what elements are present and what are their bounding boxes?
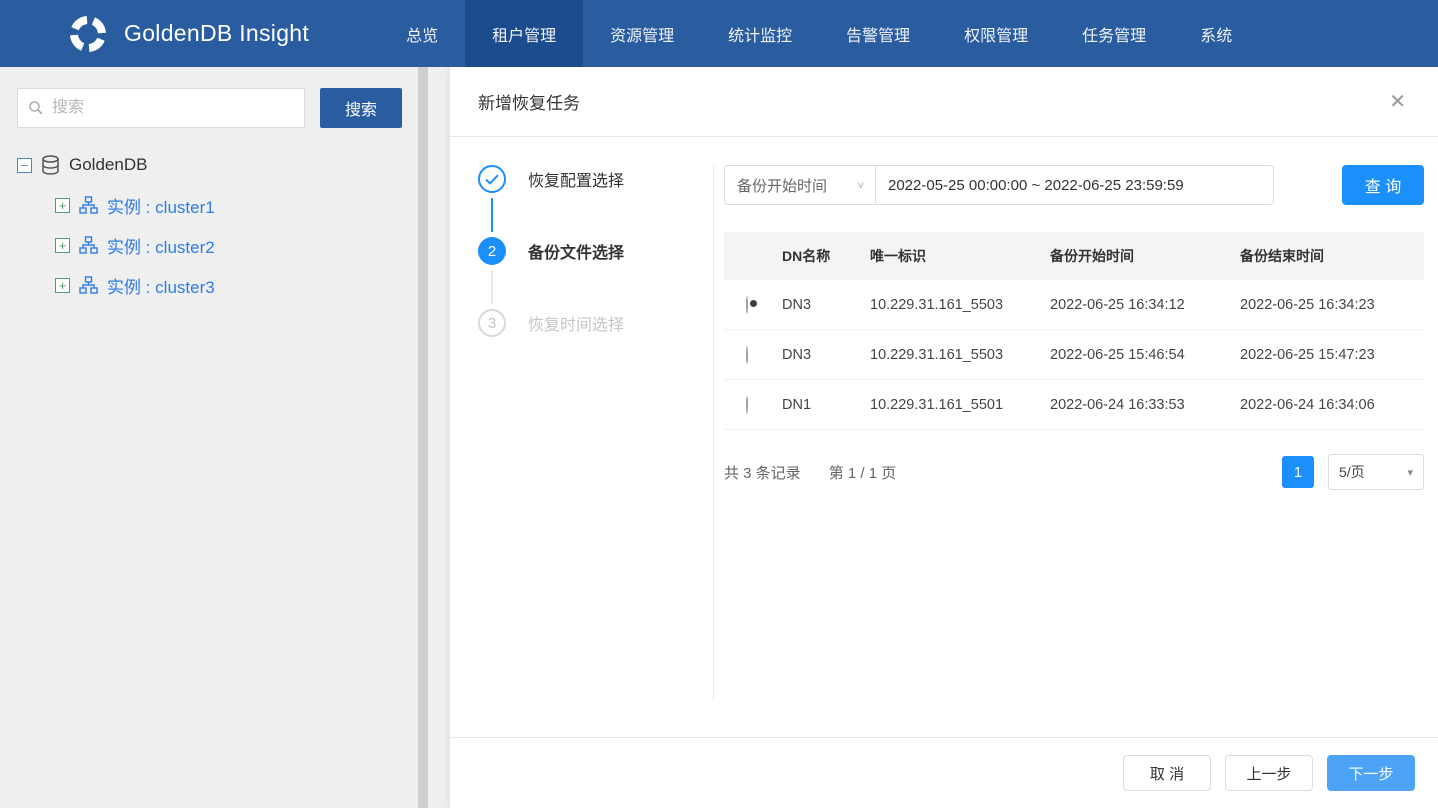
cell-backup-end: 2022-06-25 16:34:23	[1240, 296, 1375, 313]
nav-item-permission-mgmt[interactable]: 权限管理	[937, 0, 1055, 67]
backup-file-table: DN名称 唯一标识 备份开始时间 备份结束时间 DN3 10.229.31.16…	[724, 232, 1424, 430]
cluster-icon	[79, 235, 98, 255]
cell-backup-end: 2022-06-24 16:34:06	[1240, 396, 1375, 413]
nav-item-alarm-mgmt[interactable]: 告警管理	[819, 0, 937, 67]
cancel-button[interactable]: 取 消	[1123, 755, 1211, 791]
step1-check-icon	[478, 165, 506, 193]
search-icon	[28, 100, 44, 121]
step-connector	[491, 198, 493, 232]
modal-header: 新增恢复任务 ✕	[450, 67, 1438, 137]
query-button[interactable]: 查 询	[1342, 165, 1424, 205]
step-label: 备份文件选择	[528, 245, 625, 262]
dropdown-arrow-icon: ▾	[1407, 466, 1413, 479]
tree-item-label: 实例 : cluster3	[107, 277, 215, 297]
table-header-row: DN名称 唯一标识 备份开始时间 备份结束时间	[724, 232, 1424, 280]
step2-number: 2	[478, 237, 506, 265]
sidebar-search-row: 搜索	[17, 88, 450, 128]
search-input[interactable]	[18, 89, 304, 127]
date-range-input[interactable]: 2022-05-25 00:00:00 ~ 2022-06-25 23:59:5…	[876, 165, 1274, 205]
cluster-icon	[79, 275, 98, 295]
step-backup-file: 2 备份文件选择	[478, 237, 713, 265]
modal-title: 新增恢复任务	[478, 94, 580, 113]
brand-title: GoldenDB Insight	[124, 20, 310, 46]
search-box[interactable]	[17, 88, 305, 128]
step-restore-time: 3 恢复时间选择	[478, 309, 713, 337]
cell-backup-start: 2022-06-25 16:34:12	[1050, 296, 1185, 313]
total-records-text: 共 3 条记录	[724, 464, 801, 482]
nav-item-system[interactable]: 系统	[1173, 0, 1259, 67]
instance-tree: − GoldenDB + 实例 : cluster1 + 实例: cluste…	[17, 145, 450, 305]
filter-row: 备份开始时间 ∨ 2022-05-25 00:00:00 ~ 2022-06-2…	[724, 165, 1424, 205]
col-header-backup-start: 备份开始时间	[1050, 248, 1134, 264]
page-number-button[interactable]: 1	[1282, 456, 1314, 488]
cell-unique-id: 10.229.31.161_5503	[870, 346, 1004, 363]
next-step-button[interactable]: 下一步	[1327, 755, 1415, 791]
scrollbar-thumb[interactable]	[418, 67, 428, 808]
nav-item-resource-mgmt[interactable]: 资源管理	[583, 0, 701, 67]
tree-item-cluster2[interactable]: + 实例 : cluster2	[17, 225, 450, 265]
cell-backup-end: 2022-06-25 15:47:23	[1240, 346, 1375, 363]
cell-backup-start: 2022-06-25 15:46:54	[1050, 346, 1185, 363]
cell-dn-name: DN3	[782, 296, 812, 313]
page-size-value: 5/页	[1339, 464, 1365, 480]
step-content: 备份开始时间 ∨ 2022-05-25 00:00:00 ~ 2022-06-2…	[713, 165, 1424, 701]
wizard-steps: 恢复配置选择 2 备份文件选择 3 恢复时间选择	[478, 165, 713, 701]
cluster-icon	[79, 195, 98, 215]
database-icon	[41, 155, 60, 175]
nav-item-tenant-mgmt[interactable]: 租户管理	[465, 0, 584, 67]
brand: GoldenDB Insight	[0, 0, 309, 67]
tree-item-cluster1[interactable]: + 实例 : cluster1	[17, 185, 450, 225]
nav-item-overview[interactable]: 总览	[379, 0, 465, 67]
row-radio[interactable]	[746, 345, 748, 364]
page-size-select[interactable]: 5/页 ▾	[1328, 454, 1424, 490]
tree-item-label: 实例 : cluster2	[107, 237, 215, 257]
modal-body: 恢复配置选择 2 备份文件选择 3 恢复时间选择 备份开始时间 ∨ 2022-0…	[450, 137, 1438, 737]
modal-footer: 取 消 上一步 下一步	[450, 737, 1438, 808]
tree-root-goldendb[interactable]: − GoldenDB	[17, 145, 450, 185]
step-connector	[491, 270, 493, 304]
add-restore-task-modal: 新增恢复任务 ✕ 恢复配置选择 2 备份文件选择 3 恢复时间选择 备份开始时间…	[450, 67, 1438, 808]
sidebar-scrollbar[interactable]	[418, 67, 428, 808]
col-header-dn-name: DN名称	[782, 248, 831, 264]
step-label: 恢复配置选择	[528, 173, 625, 190]
tree-item-cluster3[interactable]: + 实例 : cluster3	[17, 265, 450, 305]
main-nav: 总览 租户管理 资源管理 统计监控 告警管理 权限管理 任务管理 系统	[379, 0, 1259, 67]
tree-item-label: 实例 : cluster1	[107, 197, 215, 217]
nav-item-task-mgmt[interactable]: 任务管理	[1055, 0, 1173, 67]
nav-item-stats-monitor[interactable]: 统计监控	[701, 0, 819, 67]
row-radio[interactable]	[746, 395, 748, 414]
top-navbar: GoldenDB Insight 总览 租户管理 资源管理 统计监控 告警管理 …	[0, 0, 1438, 67]
step-restore-config: 恢复配置选择	[478, 165, 713, 193]
pagination-bar: 共 3 条记录 第 1 / 1 页 1 5/页 ▾	[724, 454, 1424, 490]
table-row[interactable]: DN1 10.229.31.161_5501 2022-06-24 16:33:…	[724, 380, 1424, 430]
col-header-unique-id: 唯一标识	[870, 248, 926, 264]
row-radio[interactable]	[746, 295, 748, 314]
page-indicator-text: 第 1 / 1 页	[828, 464, 897, 482]
close-icon[interactable]: ✕	[1385, 88, 1410, 116]
step3-number: 3	[478, 309, 506, 337]
expand-icon[interactable]: +	[55, 277, 70, 293]
time-field-select-value: 备份开始时间	[737, 177, 828, 195]
expand-icon[interactable]: +	[55, 237, 70, 253]
cell-backup-start: 2022-06-24 16:33:53	[1050, 396, 1185, 413]
cell-dn-name: DN3	[782, 346, 812, 363]
table-row[interactable]: DN3 10.229.31.161_5503 2022-06-25 15:46:…	[724, 330, 1424, 380]
step-label: 恢复时间选择	[528, 317, 625, 334]
collapse-icon[interactable]: −	[17, 157, 32, 173]
table-row[interactable]: DN3 10.229.31.161_5503 2022-06-25 16:34:…	[724, 280, 1424, 330]
tree-root-label: GoldenDB	[69, 155, 148, 174]
chevron-down-icon: ∨	[856, 179, 865, 191]
search-button[interactable]: 搜索	[320, 88, 402, 128]
expand-icon[interactable]: +	[55, 197, 70, 213]
time-field-select[interactable]: 备份开始时间 ∨	[724, 165, 876, 205]
cell-unique-id: 10.229.31.161_5501	[870, 396, 1004, 413]
pager-controls: 1 5/页 ▾	[1282, 454, 1424, 490]
prev-step-button[interactable]: 上一步	[1225, 755, 1313, 791]
col-header-backup-end: 备份结束时间	[1240, 248, 1324, 264]
date-range-value: 2022-05-25 00:00:00 ~ 2022-06-25 23:59:5…	[888, 176, 1184, 194]
cell-dn-name: DN1	[782, 396, 812, 413]
cell-unique-id: 10.229.31.161_5503	[870, 296, 1004, 313]
left-sidebar: 搜索 − GoldenDB +	[0, 67, 450, 808]
goldendb-logo-icon	[68, 14, 108, 54]
